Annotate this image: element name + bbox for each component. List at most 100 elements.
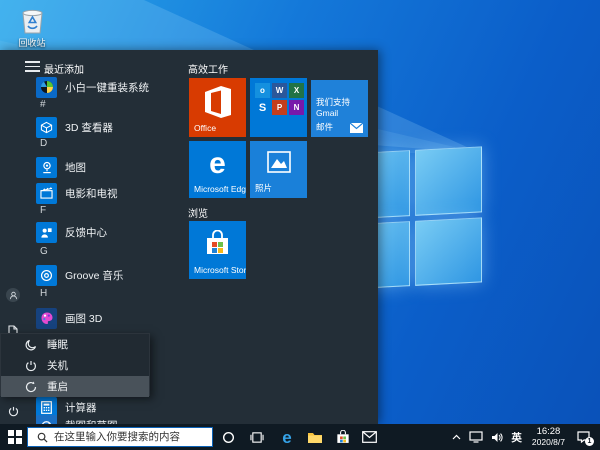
xiaobai-reinstall-icon [36,77,57,98]
mail-icon [362,431,377,443]
outlook-mini-icon: o [255,83,270,98]
action-center-button[interactable]: 1 [577,431,590,443]
3d-viewer-icon [36,117,57,138]
shutdown-power-icon [25,360,37,372]
tile-label: 邮件 [316,121,333,133]
start-button[interactable] [8,430,22,444]
taskbar-clock[interactable]: 16:28 2020/8/7 [532,427,565,448]
show-hidden-icons-button[interactable] [452,434,461,440]
search-icon [37,432,48,443]
tile-label: Office [194,123,216,133]
tile-label: 照片 [255,182,272,194]
taskbar-search-box[interactable] [27,427,213,447]
groove-music-icon [36,265,57,286]
mail-gmail-tile[interactable]: 我们支持 Gmail 邮件 [311,80,368,137]
tile-group-browse-header[interactable]: 浏览 [188,205,208,220]
menu-expand-button[interactable] [25,61,40,72]
section-letter-f[interactable]: F [40,205,150,216]
windows-logo-pane [415,146,483,215]
clock-date: 2020/8/7 [532,438,565,448]
app-label: 画图 3D [65,311,102,326]
speaker-icon [491,432,503,443]
recycle-bin-icon [19,5,46,35]
power-button[interactable] [6,404,20,418]
app-item-groove-music[interactable]: Groove 音乐 [28,263,176,287]
restart-menu-item[interactable]: 重启 [1,376,149,397]
desktop: 回收站 最近添加 小白一键重装系统 # 3D 查看器 D 地图 电影和电视 F [0,0,600,450]
app-item-3d-viewer[interactable]: 3D 查看器 [28,115,176,139]
sleep-label: 睡眠 [47,337,68,352]
volume-button[interactable] [491,432,503,443]
feedback-hub-icon [36,222,57,243]
section-letter-hash[interactable]: # [40,99,150,110]
microsoft-edge-tile[interactable]: e Microsoft Edge [189,141,246,198]
app-item-maps[interactable]: 地图 [28,155,176,179]
section-letter-g[interactable]: G [40,246,150,257]
clock-time: 16:28 [532,427,565,438]
network-button[interactable] [469,431,483,443]
photos-tile[interactable]: 照片 [250,141,307,198]
excel-mini-icon: X [289,83,304,98]
mail-taskbar-button[interactable] [361,429,377,445]
store-taskbar-button[interactable] [335,429,351,445]
folder-icon [307,431,323,444]
notification-badge: 1 [585,437,594,446]
skype-mini-icon: S [255,100,270,115]
app-item-feedback-hub[interactable]: 反馈中心 [28,220,176,244]
app-label: 反馈中心 [65,225,107,240]
microsoft-store-tile[interactable]: Microsoft Store [189,221,246,279]
edge-logo-icon: e [189,149,246,179]
edge-taskbar-button[interactable]: e [279,429,295,445]
app-label: 小白一键重装系统 [65,80,149,95]
restart-label: 重启 [47,379,68,394]
ime-language-indicator[interactable]: 英 [511,430,522,445]
cortana-icon [222,431,235,444]
shutdown-label: 关机 [47,358,68,373]
movies-tv-icon [36,183,57,204]
gmail-promo-text: 我们支持 Gmail [316,96,368,118]
store-bag-icon [205,230,230,256]
user-icon [9,291,18,300]
file-explorer-button[interactable] [307,429,323,445]
power-flyout-menu: 睡眠 关机 重启 [0,333,150,396]
sleep-moon-icon [25,339,37,351]
app-label: 地图 [65,160,86,175]
maps-icon [36,157,57,178]
system-tray: 英 16:28 2020/8/7 1 [448,424,600,450]
app-item-xiaobai[interactable]: 小白一键重装系统 [28,75,176,99]
taskbar: e [0,424,600,450]
tile-label: Microsoft Store [194,265,246,275]
power-icon [8,406,19,417]
photos-icon [267,151,291,173]
edge-icon: e [282,429,291,446]
shutdown-menu-item[interactable]: 关机 [1,355,149,376]
office-apps-mosaic-tile[interactable]: o W X S P N [250,78,307,137]
app-item-movies-tv[interactable]: 电影和电视 [28,181,176,205]
network-ethernet-icon [469,431,483,443]
tile-label: Microsoft Edge [194,184,246,194]
section-letter-d[interactable]: D [40,138,150,149]
sleep-menu-item[interactable]: 睡眠 [1,334,149,355]
paint-3d-icon [36,308,57,329]
powerpoint-mini-icon: P [272,100,287,115]
windows-logo-pane [415,217,483,286]
store-icon [336,430,350,444]
office-logo-icon [205,86,231,118]
user-account-button[interactable] [6,288,20,302]
word-mini-icon: W [272,83,287,98]
office-tile[interactable]: Office [189,78,246,137]
search-input[interactable] [54,431,212,443]
app-item-paint-3d[interactable]: 画图 3D [28,306,176,330]
mail-envelope-icon [350,123,363,133]
recycle-bin-desktop-icon[interactable]: 回收站 [8,5,56,49]
onenote-mini-icon: N [289,100,304,115]
task-view-button[interactable] [249,429,265,445]
cortana-button[interactable] [220,429,236,445]
section-letter-h[interactable]: H [40,288,150,299]
restart-icon [25,381,37,393]
chevron-up-icon [452,434,461,440]
tile-group-productivity-header[interactable]: 高效工作 [188,61,228,76]
task-view-icon [250,431,264,444]
recycle-bin-label: 回收站 [8,36,56,49]
app-label: 3D 查看器 [65,120,113,135]
